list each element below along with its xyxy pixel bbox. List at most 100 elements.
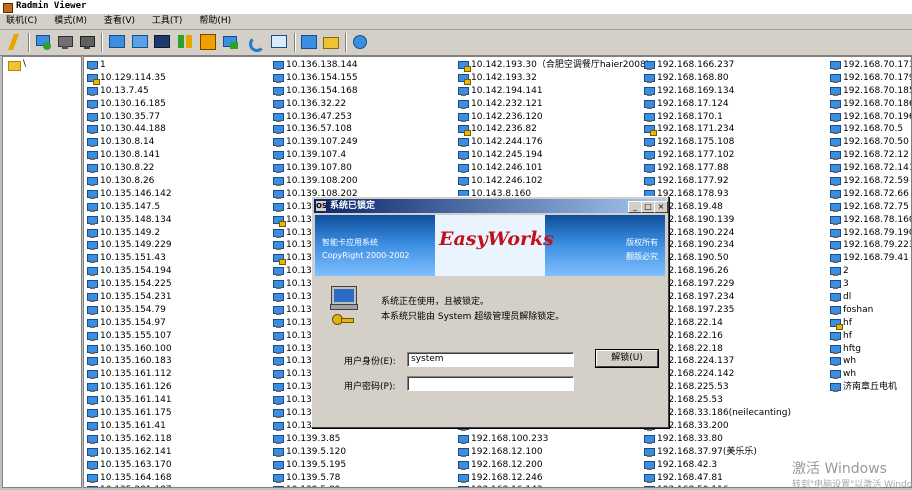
computer-icon: [830, 331, 841, 341]
computer-name: wh: [843, 356, 857, 367]
computer-name: 192.168.79.190: [843, 227, 912, 238]
add-group-icon[interactable]: [56, 33, 74, 51]
folder-tree[interactable]: \: [2, 56, 82, 488]
computer-name: 10.135.154.231: [100, 292, 172, 303]
chat-icon[interactable]: [222, 33, 240, 51]
computer-icon: [87, 486, 98, 487]
computer-name: 192.168.72.75: [843, 201, 909, 212]
menu-mode[interactable]: 模式(M): [54, 14, 87, 29]
view-only-icon[interactable]: [131, 33, 149, 51]
minimize-button[interactable]: _: [628, 201, 642, 213]
delete-icon[interactable]: [78, 33, 96, 51]
computer-name: 192.168.79.41: [843, 253, 909, 264]
computer-name: 192.168.166.237: [657, 60, 735, 70]
full-control-icon[interactable]: [108, 33, 126, 51]
computer-icon: [830, 241, 841, 251]
tree-root-label[interactable]: \: [23, 59, 26, 69]
password-input[interactable]: [407, 376, 574, 391]
computer-icon: [87, 86, 98, 96]
computer-name: 10.135.163.170: [100, 459, 172, 470]
user-id-input[interactable]: system: [407, 352, 574, 367]
computer-name: 10.139.3.85: [286, 433, 341, 444]
banner-copyright: CopyRight 2000-2002: [322, 251, 410, 260]
computer-icon: [273, 202, 284, 212]
menu-view[interactable]: 查看(V): [104, 14, 135, 29]
computer-icon: [273, 447, 284, 457]
voice-chat-icon[interactable]: [246, 33, 265, 52]
menu-bar: 联机(C) 模式(M) 查看(V) 工具(T) 帮助(H): [0, 14, 912, 30]
computer-name: 10.130.16.185: [100, 98, 166, 109]
password-label: 用户密码(P):: [344, 382, 396, 392]
computer-icon: [830, 164, 841, 174]
computer-icon: [273, 73, 284, 83]
computer-name: 192.168.79.223: [843, 240, 912, 251]
computer-name: 10.135.148.134: [100, 214, 172, 225]
computer-name: 10.142.246.101: [471, 163, 543, 174]
computer-name: 10.139.5.89: [286, 484, 340, 487]
computer-name: 192.168.78.160: [843, 214, 912, 225]
easyworks-logo: EasyWorks: [439, 228, 554, 250]
computer-name: 10.142.194.141: [471, 85, 543, 96]
menu-help[interactable]: 帮助(H): [199, 14, 231, 29]
toolbar-separator: [345, 33, 347, 52]
computer-name: 192.168.37.97(美乐乐): [657, 446, 757, 457]
telnet-icon[interactable]: [153, 33, 171, 51]
list-view-icon[interactable]: [300, 33, 318, 51]
computer-icon: [830, 61, 841, 70]
locked-computer-icon: [644, 486, 655, 487]
close-button[interactable]: ×: [654, 201, 668, 213]
computer-icon: [87, 164, 98, 174]
computer-name: 10.139.108.200: [286, 176, 358, 187]
computer-icon: [87, 383, 98, 393]
shutdown-icon[interactable]: [199, 33, 217, 51]
computer-name: 10.13.7.45: [100, 85, 149, 96]
computer-icon: [87, 421, 98, 431]
computer-icon: [644, 177, 655, 187]
computer-icon: [273, 280, 284, 290]
computer-name: 10.135.149.229: [100, 240, 172, 251]
computer-name: 3: [843, 279, 849, 290]
computer-name: 10.135.162.118: [100, 433, 172, 444]
settings-icon[interactable]: [351, 33, 369, 51]
computer-name: 10.135.154.225: [100, 279, 172, 290]
computer-name: 1: [100, 60, 106, 70]
computer-name: wh: [843, 369, 857, 380]
computer-icon: [830, 189, 841, 199]
computer-icon: [458, 86, 469, 96]
add-computer-icon[interactable]: [34, 33, 52, 51]
menu-tools[interactable]: 工具(T): [152, 14, 183, 29]
computer-icon: [644, 99, 655, 109]
computer-name: 192.168.70.50: [843, 137, 909, 148]
computer-icon: [458, 434, 469, 444]
menu-connect[interactable]: 联机(C): [6, 14, 37, 29]
computer-icon: [458, 164, 469, 174]
computer-name: 192.168.12.200: [471, 459, 543, 470]
unlock-button[interactable]: 解锁(U): [596, 350, 658, 367]
computer-name: 192.168.70.196: [843, 111, 912, 122]
locked-computer-icon: [458, 61, 471, 72]
computer-name: 10.135.162.141: [100, 446, 172, 457]
computer-icon: [644, 138, 655, 148]
text-message-icon[interactable]: [270, 33, 288, 51]
connect-icon[interactable]: [5, 33, 23, 51]
computer-icon: [87, 177, 98, 187]
computer-icon: [458, 447, 469, 457]
computer-name: 10.135.161.112: [100, 369, 172, 380]
activation-watermark-title: 激活 Windows: [792, 461, 887, 477]
maximize-button[interactable]: □: [641, 201, 655, 213]
computer-icon: [273, 357, 284, 367]
computer-name: 10.130.35.77: [100, 111, 161, 122]
computer-icon: [273, 396, 284, 406]
computer-icon: [644, 473, 655, 483]
computer-name: 10.136.47.253: [286, 111, 352, 122]
computer-icon: [273, 421, 284, 431]
locked-computer-icon: [458, 125, 471, 137]
computer-name: 192.168.70.185: [843, 85, 912, 96]
folder-view-icon[interactable]: [322, 33, 340, 51]
dialog-title-bar: OS 系统已锁定 _ □ ×: [314, 199, 668, 213]
computer-icon: [273, 318, 284, 328]
toolbar-separator: [28, 33, 30, 52]
file-transfer-icon[interactable]: [176, 33, 194, 51]
computer-icon: [87, 280, 98, 290]
computer-name: hf: [843, 317, 852, 328]
